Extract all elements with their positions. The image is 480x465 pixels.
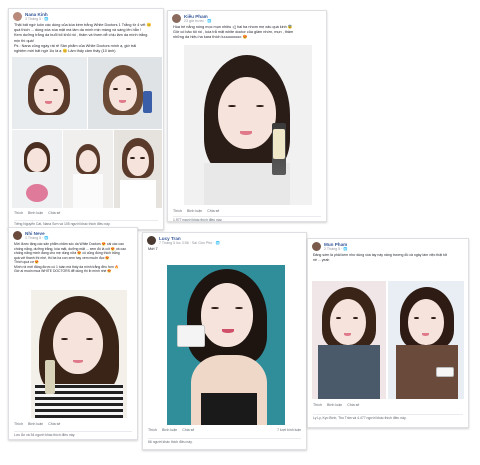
comment-button[interactable]: Bình luận <box>327 403 342 407</box>
post-time[interactable]: 3 Tháng 5 · 🌐 <box>25 17 49 21</box>
post-header: Mun Pham 2 Tháng 5 · 🌐 <box>308 239 468 252</box>
post-text: Hùa hè nắng nóng mọc mụn nhiều :(( hai b… <box>173 25 294 40</box>
avatar[interactable] <box>172 14 181 23</box>
comment-count[interactable]: 7 lượt bình luận <box>277 428 301 432</box>
post-text: Đảng sớm là phải kem như dùng xóa tay nà… <box>313 253 447 262</box>
like-button[interactable]: Thích <box>313 403 322 407</box>
avatar[interactable] <box>13 12 22 21</box>
post-header: Lucy Tran 7 Tháng 5 lúc 3:56 · Sài Gòn P… <box>143 233 306 246</box>
post-actions: Thích Bình luận Chia sẻ <box>14 211 64 215</box>
comment-button[interactable]: Bình luận <box>187 209 202 213</box>
post-card-1: Nana Kinh 3 Tháng 5 · 🌐 Thật bất ngờ luô… <box>8 8 164 230</box>
likes-summary[interactable]: Lưu Ân và 54 người khác thích điều này. <box>14 431 132 437</box>
share-button[interactable]: Chia sẻ <box>207 209 219 213</box>
likes-summary[interactable]: 1.977 người khác thích điều này. <box>173 216 321 221</box>
post-photo-2[interactable] <box>88 57 162 129</box>
post-photo-1[interactable] <box>312 281 386 399</box>
post-photo-1[interactable] <box>12 57 87 129</box>
like-button[interactable]: Thích <box>148 428 157 432</box>
avatar[interactable] <box>13 231 22 240</box>
likes-summary[interactable]: Tiếng Nguyễn Cát, Nana Sơn và 105 người … <box>14 220 158 226</box>
post-actions: Thích Bình luận Chia sẻ <box>313 403 363 407</box>
comment-button[interactable]: Bình luận <box>28 422 43 426</box>
likes-summary[interactable]: 66 người khác thích điều này. <box>148 438 301 444</box>
post-photo[interactable] <box>31 290 127 418</box>
post-actions: Thích Bình luận Chia sẻ <box>14 422 64 426</box>
post-photo[interactable] <box>167 265 285 425</box>
like-button[interactable]: Thích <box>14 211 23 215</box>
share-button[interactable]: Chia sẻ <box>347 403 359 407</box>
post-photo-4[interactable] <box>63 130 113 208</box>
post-card-2: Kiều Pham 23 giờ trước · 🌐 Hùa hè nắng n… <box>167 10 327 222</box>
post-photo[interactable] <box>184 45 312 205</box>
post-header: Nhi Neve 1 Tháng 5 · 🌐 <box>9 228 137 241</box>
post-photo-5[interactable] <box>114 130 162 208</box>
post-time[interactable]: 1 Tháng 5 · 🌐 <box>25 236 49 240</box>
post-time[interactable]: 23 giờ trước · 🌐 <box>184 19 212 23</box>
avatar[interactable] <box>312 242 321 251</box>
post-text: Thật bất ngờ luôn các dùng của kóa kém t… <box>14 23 152 54</box>
post-text: Mới được tặng các sản phẩm chăm sóc da W… <box>14 242 126 273</box>
post-actions: Thích Bình luận Chia sẻ <box>173 209 223 213</box>
comment-button[interactable]: Bình luận <box>162 428 177 432</box>
like-button[interactable]: Thích <box>173 209 182 213</box>
post-photo-3[interactable] <box>12 130 62 208</box>
post-time[interactable]: 2 Tháng 5 · 🌐 <box>324 247 348 251</box>
comment-button[interactable]: Bình luận <box>28 211 43 215</box>
post-time[interactable]: 7 Tháng 5 lúc 3:56 · Sài Gòn Phú · 🌐 <box>159 241 220 245</box>
share-button[interactable]: Chia sẻ <box>48 422 60 426</box>
post-text: Mới 7 <box>148 247 158 251</box>
post-card-4: Lucy Tran 7 Tháng 5 lúc 3:56 · Sài Gòn P… <box>142 232 307 450</box>
likes-summary[interactable]: Ly Ly, Kyo Bình, Thu Trần và 4.477 người… <box>313 414 463 420</box>
post-card-5: Mun Pham 2 Tháng 5 · 🌐 Đảng sớm là phải … <box>307 238 469 428</box>
like-button[interactable]: Thích <box>14 422 23 426</box>
post-photo-2[interactable] <box>388 281 464 399</box>
post-actions: Thích Bình luận Chia sẻ <box>148 428 198 432</box>
avatar[interactable] <box>147 236 156 245</box>
share-button[interactable]: Chia sẻ <box>182 428 194 432</box>
post-header: Nana Kinh 3 Tháng 5 · 🌐 <box>9 9 163 22</box>
post-card-3: Nhi Neve 1 Tháng 5 · 🌐 Mới được tặng các… <box>8 227 138 440</box>
post-header: Kiều Pham 23 giờ trước · 🌐 <box>168 11 326 24</box>
share-button[interactable]: Chia sẻ <box>48 211 60 215</box>
